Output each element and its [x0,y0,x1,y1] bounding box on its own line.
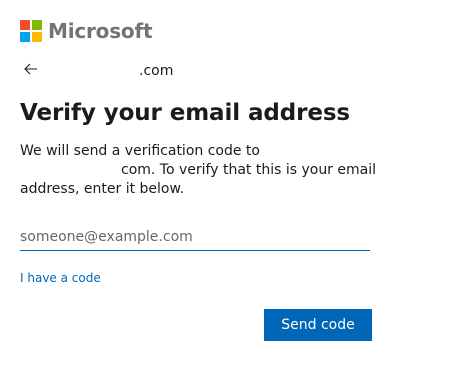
send-code-button[interactable]: Send code [264,309,372,341]
page-title: Verify your email address [20,100,351,126]
have-code-link[interactable]: I have a code [20,271,101,285]
microsoft-logo-icon [20,20,42,42]
account-email: .com [139,63,174,79]
brand-name: Microsoft [48,19,153,43]
microsoft-logo: Microsoft [20,19,153,43]
description-line-2: com. To verify that this is your email [121,162,377,178]
arrow-left-icon[interactable] [24,63,44,79]
description: We will send a verification code to com.… [20,142,377,199]
logo-square-yellow [32,32,42,42]
logo-square-blue [20,32,30,42]
email-field[interactable] [20,224,370,251]
description-line-1: We will send a verification code to [20,143,260,159]
identity-banner: .com [24,63,173,79]
logo-square-green [32,20,42,30]
arrow-left-icon-svg [24,63,37,75]
logo-square-red [20,20,30,30]
description-line-3: address, enter it below. [20,181,185,197]
